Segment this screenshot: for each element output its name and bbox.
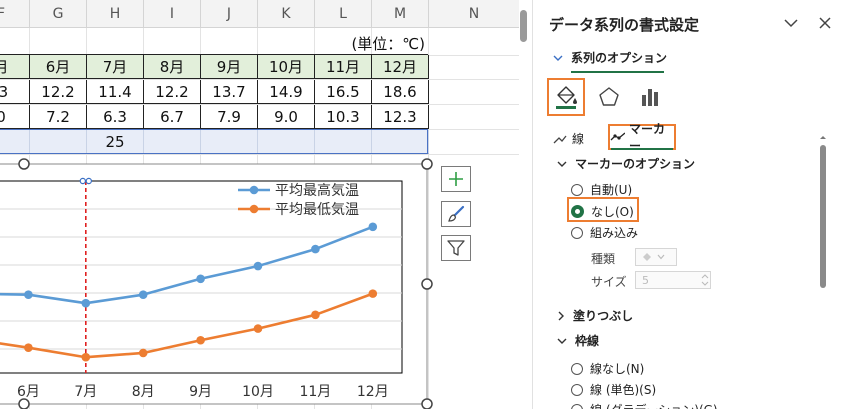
chevron-down-icon — [557, 338, 567, 344]
x-tick-label: 10月 — [242, 384, 274, 400]
border-heading: 枠線 — [575, 334, 600, 348]
data-point — [253, 261, 263, 271]
pentagon-icon — [599, 87, 619, 106]
legend-label: 平均最高気温 — [275, 182, 359, 199]
sheet-scroll-thumb[interactable] — [520, 10, 527, 42]
chevron-down-icon — [557, 161, 567, 167]
radio-border-solid[interactable]: 線 (単色)(S) — [571, 381, 656, 398]
fill-section-header[interactable]: 塗りつぶし — [557, 307, 633, 324]
legend-marker — [249, 185, 259, 195]
marker-type-dropdown[interactable] — [635, 248, 677, 266]
x-tick-label: 7月 — [74, 384, 97, 400]
data-point — [196, 335, 205, 345]
chart-styles-button[interactable] — [441, 201, 471, 227]
pane-title: データ系列の書式設定 — [549, 16, 700, 34]
chevron-down-icon[interactable] — [782, 14, 800, 32]
resize-handle[interactable] — [421, 398, 433, 409]
marker-size-label: サイズ — [591, 275, 627, 289]
close-icon[interactable] — [816, 14, 834, 32]
chart-filters-button[interactable] — [441, 235, 471, 261]
data-point — [81, 352, 91, 362]
sheet-vertical-scrollbar[interactable] — [519, 0, 528, 409]
resize-handle[interactable] — [18, 398, 30, 409]
resize-handle[interactable] — [421, 158, 433, 170]
pane-vertical-scrollbar[interactable] — [817, 133, 829, 409]
x-tick-label: 12月 — [357, 384, 389, 400]
filter-icon — [447, 240, 465, 256]
marker-size-spinner[interactable]: 5 — [635, 271, 711, 289]
marker-size-value: 5 — [642, 273, 649, 287]
radio-button[interactable] — [571, 183, 583, 196]
chevron-down-icon — [553, 55, 563, 61]
data-point — [311, 310, 320, 320]
legend-label: 平均最低気温 — [275, 202, 359, 218]
radio-marker-auto-label: 自動(U) — [590, 183, 633, 197]
spinner-arrows-icon — [701, 274, 709, 286]
data-point — [138, 290, 148, 299]
radio-marker-none-label: なし(O) — [591, 205, 634, 219]
tab-marker[interactable]: マーカー — [608, 122, 676, 153]
series-options-underline — [571, 71, 664, 73]
chevron-right-icon — [558, 311, 564, 320]
tab-marker-underline — [611, 148, 673, 150]
radio-button[interactable] — [571, 403, 583, 409]
data-point — [311, 244, 320, 254]
radio-border-gradient-label: 線 (グラデーション)(G) — [590, 401, 718, 409]
fill-heading: 塗りつぶし — [573, 309, 634, 323]
radio-marker-builtin[interactable]: 組み込み — [571, 224, 638, 241]
pane-scroll-thumb[interactable] — [820, 145, 826, 288]
radio-marker-none[interactable]: なし(O) — [571, 203, 634, 220]
handle-dot — [79, 177, 87, 185]
marker-options-heading: マーカーのオプション — [575, 157, 696, 171]
data-point — [81, 298, 91, 308]
series-options-dropdown[interactable]: 系列のオプション — [553, 49, 667, 66]
effects-category-button[interactable] — [592, 80, 626, 114]
fill-line-category-button[interactable] — [547, 78, 585, 116]
radio-border-solid-label: 線 (単色)(S) — [590, 383, 657, 397]
legend-marker — [249, 204, 259, 214]
resize-handle[interactable] — [421, 278, 433, 290]
marker-diamond-icon — [643, 253, 651, 261]
data-point — [368, 289, 378, 298]
bar-chart-icon — [642, 89, 658, 106]
scroll-up-icon[interactable] — [817, 133, 829, 141]
marker-options-section-header[interactable]: マーカーのオプション — [557, 155, 695, 172]
tab-line[interactable]: 線 — [553, 130, 584, 147]
line-icon — [553, 135, 567, 143]
format-data-series-pane: データ系列の書式設定 系列のオプション 線 マーカー マーカーのオプション 自動… — [532, 0, 847, 409]
data-point — [24, 343, 33, 352]
x-tick-label: 11月 — [299, 384, 331, 400]
radio-button[interactable] — [571, 226, 583, 239]
data-point — [138, 348, 148, 358]
tab-line-label: 線 — [572, 132, 585, 146]
handle-dot — [85, 177, 93, 185]
marker-type-label: 種類 — [591, 252, 616, 266]
radio-border-gradient[interactable]: 線 (グラデーション)(G) — [571, 401, 718, 409]
border-section-header[interactable]: 枠線 — [557, 332, 599, 349]
radio-button[interactable] — [571, 383, 583, 396]
data-point — [196, 274, 205, 284]
x-tick-label: 8月 — [132, 384, 155, 400]
marker-line-icon — [610, 132, 625, 141]
radio-border-none-label: 線なし(N) — [590, 362, 645, 376]
chevron-down-icon — [657, 254, 665, 260]
brush-icon — [448, 205, 465, 222]
radio-marker-builtin-label: 組み込み — [590, 226, 639, 240]
spreadsheet: FGHIJKLMN (単位：℃) 月6月7月8月9月10月11月12月.312.… — [0, 0, 520, 409]
radio-button-selected[interactable] — [571, 205, 584, 218]
data-point — [253, 324, 263, 333]
data-point — [368, 222, 378, 232]
chart-elements-button[interactable] — [441, 166, 471, 192]
x-tick-label: 9月 — [189, 384, 212, 400]
series-options-category-button[interactable] — [633, 80, 667, 114]
x-tick-label: 6月 — [17, 384, 40, 400]
plus-icon — [449, 172, 463, 186]
resize-handle[interactable] — [18, 158, 30, 170]
radio-button[interactable] — [571, 362, 583, 375]
paint-bucket-icon — [556, 86, 577, 109]
radio-marker-auto[interactable]: 自動(U) — [571, 181, 632, 198]
data-point — [24, 290, 33, 299]
series-options-label: 系列のオプション — [571, 51, 668, 65]
radio-border-none[interactable]: 線なし(N) — [571, 360, 644, 377]
